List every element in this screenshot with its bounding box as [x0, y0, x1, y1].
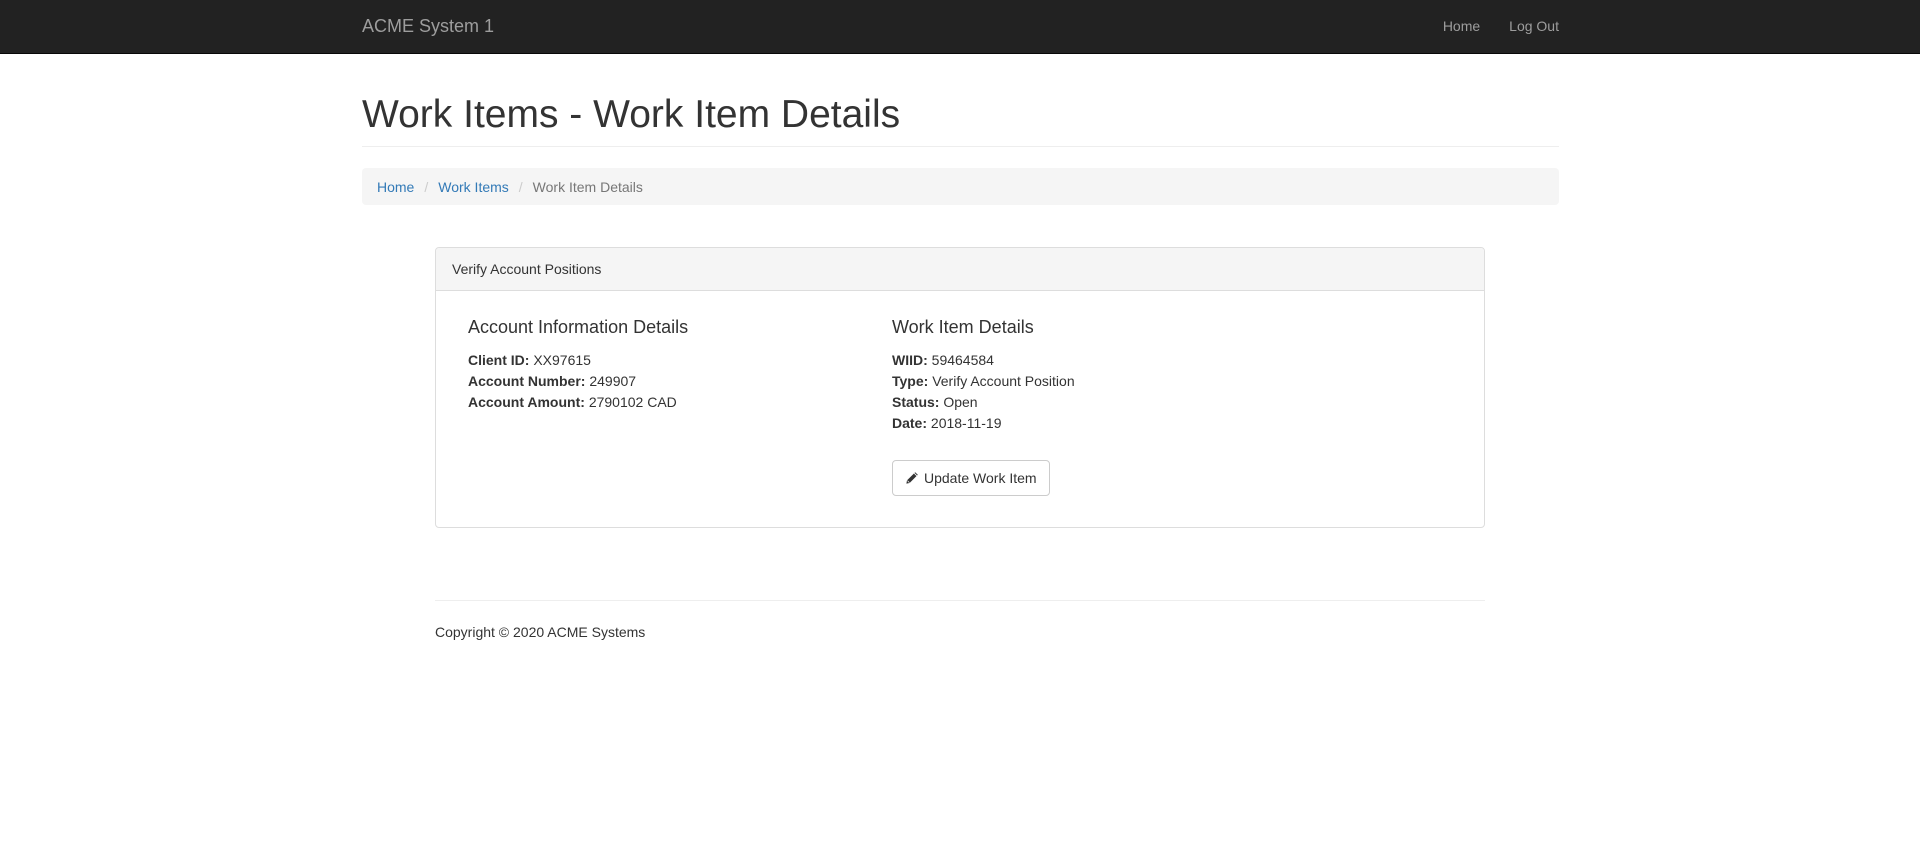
- page-title: Work Items - Work Item Details: [362, 93, 901, 136]
- date-field: Date: 2018-11-19: [892, 413, 1392, 434]
- account-info-section: Account Information Details Client ID: X…: [468, 316, 868, 413]
- breadcrumb-current: Work Item Details: [532, 178, 643, 195]
- nav-home-link[interactable]: Home: [1414, 0, 1480, 52]
- field-value: 2790102 CAD: [588, 394, 677, 410]
- wiid-field: WIID: 59464584: [892, 350, 1392, 371]
- pencil-icon: [905, 471, 919, 485]
- brand-link[interactable]: ACME System 1: [362, 0, 494, 52]
- footer-divider: [435, 600, 1485, 601]
- top-navbar: ACME System 1 Home Log Out: [0, 0, 1920, 54]
- work-item-panel: Verify Account Positions Account Informa…: [435, 247, 1485, 528]
- field-value: Open: [943, 394, 978, 410]
- account-amount-field: Account Amount: 2790102 CAD: [468, 392, 868, 413]
- footer-copyright: Copyright © 2020 ACME Systems: [435, 624, 646, 640]
- breadcrumb-separator: /: [518, 178, 523, 195]
- work-item-section: Work Item Details WIID: 59464584 Type: V…: [892, 316, 1392, 496]
- panel-heading: Verify Account Positions: [436, 248, 1484, 291]
- update-work-item-button[interactable]: Update Work Item: [892, 460, 1050, 496]
- account-info-title: Account Information Details: [468, 317, 689, 337]
- update-work-item-label: Update Work Item: [924, 470, 1037, 486]
- work-item-title: Work Item Details: [892, 317, 1034, 337]
- field-value: 2018-11-19: [930, 415, 1002, 431]
- page-header: Work Items - Work Item Details: [362, 92, 1559, 147]
- breadcrumb-separator: /: [424, 178, 429, 195]
- field-label: WIID:: [892, 352, 928, 368]
- breadcrumb-work-items-link[interactable]: Work Items: [438, 179, 509, 195]
- field-label: Client ID:: [468, 352, 530, 368]
- field-label: Type:: [892, 373, 929, 389]
- client-id-field: Client ID: XX97615: [468, 350, 868, 371]
- field-label: Account Amount:: [468, 394, 585, 410]
- nav-logout-link[interactable]: Log Out: [1480, 0, 1559, 52]
- breadcrumb-home-link[interactable]: Home: [377, 179, 414, 195]
- field-value: 59464584: [931, 352, 994, 368]
- field-value: Verify Account Position: [932, 373, 1075, 389]
- field-label: Account Number:: [468, 373, 586, 389]
- breadcrumb: Home / Work Items / Work Item Details: [362, 168, 1559, 205]
- field-label: Date:: [892, 415, 928, 431]
- field-value: XX97615: [533, 352, 591, 368]
- field-label: Status:: [892, 394, 940, 410]
- status-field: Status: Open: [892, 392, 1392, 413]
- account-number-field: Account Number: 249907: [468, 371, 868, 392]
- type-field: Type: Verify Account Position: [892, 371, 1392, 392]
- navbar-links: Home Log Out: [1414, 0, 1559, 52]
- field-value: 249907: [589, 373, 637, 389]
